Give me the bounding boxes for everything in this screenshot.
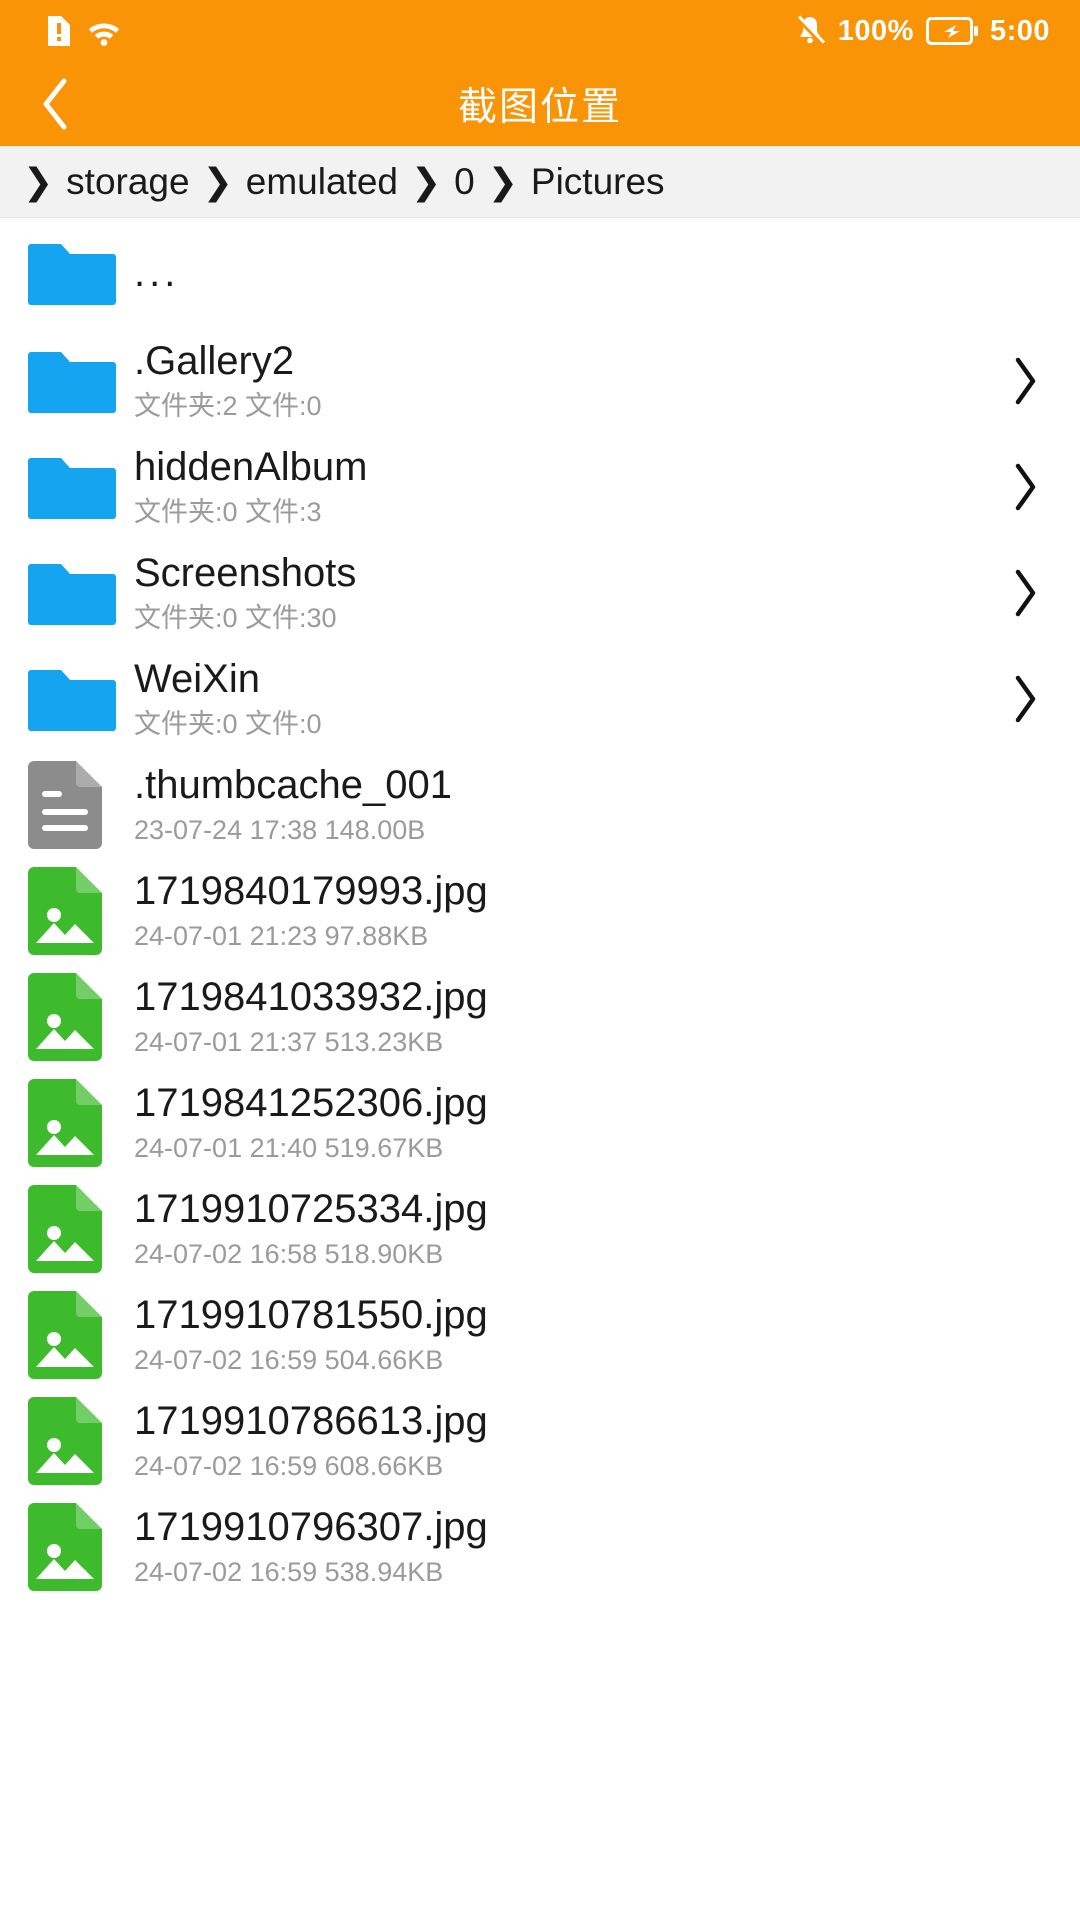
list-item-text-block: hiddenAlbum 文件夹:0 文件:3 bbox=[120, 446, 998, 528]
back-button[interactable] bbox=[0, 62, 110, 146]
folder-icon bbox=[28, 346, 120, 416]
list-item-name: 1719910796307.jpg bbox=[134, 1506, 488, 1549]
list-item-name: 1719841252306.jpg bbox=[134, 1082, 488, 1125]
breadcrumb-separator-icon: ❯ bbox=[487, 160, 518, 202]
chevron-right-icon bbox=[998, 673, 1052, 725]
file-image-icon bbox=[28, 1397, 120, 1485]
battery-percent-label: 100% bbox=[837, 14, 914, 47]
breadcrumb-separator-icon: ❯ bbox=[23, 160, 54, 202]
list-item-subtitle: 24-07-02 16:58 518.90KB bbox=[134, 1238, 444, 1269]
status-bar-left bbox=[46, 14, 122, 48]
chevron-left-icon bbox=[38, 76, 72, 132]
list-item-name: 1719910781550.jpg bbox=[134, 1294, 488, 1337]
status-bar: 100% 5:00 bbox=[0, 0, 1080, 62]
list-item-text-block: 1719910796307.jpg 24-07-02 16:59 538.94KB bbox=[120, 1506, 998, 1588]
folder-icon bbox=[28, 238, 120, 308]
list-item-text-block: Screenshots 文件夹:0 文件:30 bbox=[120, 552, 998, 634]
list-item-subtitle: 24-07-02 16:59 538.94KB bbox=[134, 1556, 444, 1587]
list-item-text-block: 1719910725334.jpg 24-07-02 16:58 518.90KB bbox=[120, 1188, 998, 1270]
list-item-name: 1719841033932.jpg bbox=[134, 976, 488, 1019]
list-item-text-block: 1719910781550.jpg 24-07-02 16:59 504.66KB bbox=[120, 1294, 998, 1376]
list-item-text-block: 1719910786613.jpg 24-07-02 16:59 608.66KB bbox=[120, 1400, 998, 1482]
page-title: 截图位置 bbox=[457, 86, 622, 129]
list-item[interactable]: 1719841252306.jpg 24-07-01 21:40 519.67KB bbox=[0, 1070, 1080, 1176]
list-item-subtitle: 文件夹:0 文件:0 bbox=[134, 708, 322, 739]
bell-muted-icon bbox=[794, 14, 826, 48]
list-item-name: Screenshots bbox=[134, 552, 357, 595]
breadcrumb: ❯ storage ❯ emulated ❯ 0 ❯ Pictures bbox=[0, 146, 1080, 218]
file-image-icon bbox=[28, 1079, 120, 1167]
title-bar: 截图位置 bbox=[0, 62, 1080, 146]
chevron-right-icon bbox=[998, 567, 1052, 619]
list-item[interactable]: 1719840179993.jpg 24-07-01 21:23 97.88KB bbox=[0, 858, 1080, 964]
file-image-icon bbox=[28, 1503, 120, 1591]
breadcrumb-separator-icon: ❯ bbox=[202, 160, 233, 202]
list-item-text-block: WeiXin 文件夹:0 文件:0 bbox=[120, 658, 998, 740]
list-item[interactable]: hiddenAlbum 文件夹:0 文件:3 bbox=[0, 434, 1080, 540]
list-item-text-block: ... bbox=[120, 252, 998, 294]
list-item[interactable]: 1719910781550.jpg 24-07-02 16:59 504.66KB bbox=[0, 1282, 1080, 1388]
breadcrumb-item-0[interactable]: 0 bbox=[450, 161, 479, 203]
list-item[interactable]: 1719910725334.jpg 24-07-02 16:58 518.90KB bbox=[0, 1176, 1080, 1282]
breadcrumb-item-storage[interactable]: storage bbox=[62, 161, 193, 203]
list-item-subtitle: 24-07-02 16:59 504.66KB bbox=[134, 1344, 444, 1375]
chevron-right-icon bbox=[998, 355, 1052, 407]
list-item-subtitle: 文件夹:0 文件:3 bbox=[134, 496, 322, 527]
sim-card-alert-icon bbox=[46, 14, 72, 48]
list-item-name: ... bbox=[134, 251, 180, 295]
list-item-text-block: 1719841033932.jpg 24-07-01 21:37 513.23KB bbox=[120, 976, 998, 1058]
file-doc-icon bbox=[28, 761, 120, 849]
list-item[interactable]: 1719910796307.jpg 24-07-02 16:59 538.94KB bbox=[0, 1494, 1080, 1600]
list-item[interactable]: 1719841033932.jpg 24-07-01 21:37 513.23KB bbox=[0, 964, 1080, 1070]
list-item-subtitle: 文件夹:0 文件:30 bbox=[134, 602, 337, 633]
list-item-name: 1719840179993.jpg bbox=[134, 870, 488, 913]
clock-label: 5:00 bbox=[989, 14, 1050, 47]
chevron-right-icon bbox=[998, 461, 1052, 513]
status-bar-right: 100% 5:00 bbox=[794, 14, 1050, 48]
file-image-icon bbox=[28, 867, 120, 955]
wifi-icon bbox=[86, 16, 122, 46]
list-item-text-block: .thumbcache_001 23-07-24 17:38 148.00B bbox=[120, 764, 998, 846]
file-list: ... .Gallery2 文件夹:2 文件:0 hiddenAlbum 文件夹:0 文… bbox=[0, 218, 1080, 1600]
file-image-icon bbox=[28, 1185, 120, 1273]
list-item[interactable]: WeiXin 文件夹:0 文件:0 bbox=[0, 646, 1080, 752]
list-item-parent-dir[interactable]: ... bbox=[0, 218, 1080, 328]
list-item-name: 1719910786613.jpg bbox=[134, 1400, 488, 1443]
file-image-icon bbox=[28, 1291, 120, 1379]
list-item-subtitle: 24-07-01 21:40 519.67KB bbox=[134, 1132, 444, 1163]
list-item-subtitle: 文件夹:2 文件:0 bbox=[134, 390, 322, 421]
list-item[interactable]: 1719910786613.jpg 24-07-02 16:59 608.66KB bbox=[0, 1388, 1080, 1494]
list-item-name: WeiXin bbox=[134, 658, 260, 701]
list-item[interactable]: .thumbcache_001 23-07-24 17:38 148.00B bbox=[0, 752, 1080, 858]
folder-icon bbox=[28, 664, 120, 734]
list-item-text-block: 1719840179993.jpg 24-07-01 21:23 97.88KB bbox=[120, 870, 998, 952]
list-item-subtitle: 24-07-01 21:23 97.88KB bbox=[134, 920, 429, 951]
file-image-icon bbox=[28, 973, 120, 1061]
list-item-name: .thumbcache_001 bbox=[134, 764, 453, 807]
breadcrumb-item-pictures[interactable]: Pictures bbox=[527, 161, 669, 203]
list-item[interactable]: .Gallery2 文件夹:2 文件:0 bbox=[0, 328, 1080, 434]
folder-icon bbox=[28, 558, 120, 628]
list-item-text-block: 1719841252306.jpg 24-07-01 21:40 519.67KB bbox=[120, 1082, 998, 1164]
list-item-text-block: .Gallery2 文件夹:2 文件:0 bbox=[120, 340, 998, 422]
folder-icon bbox=[28, 452, 120, 522]
battery-charging-icon bbox=[925, 16, 978, 46]
list-item-name: 1719910725334.jpg bbox=[134, 1188, 488, 1231]
list-item-name: hiddenAlbum bbox=[134, 446, 368, 489]
list-item[interactable]: Screenshots 文件夹:0 文件:30 bbox=[0, 540, 1080, 646]
list-item-subtitle: 24-07-02 16:59 608.66KB bbox=[134, 1450, 444, 1481]
list-item-name: .Gallery2 bbox=[134, 340, 295, 383]
breadcrumb-item-emulated[interactable]: emulated bbox=[242, 161, 402, 203]
list-item-subtitle: 23-07-24 17:38 148.00B bbox=[134, 814, 426, 845]
breadcrumb-separator-icon: ❯ bbox=[410, 160, 442, 202]
list-item-subtitle: 24-07-01 21:37 513.23KB bbox=[134, 1026, 444, 1057]
